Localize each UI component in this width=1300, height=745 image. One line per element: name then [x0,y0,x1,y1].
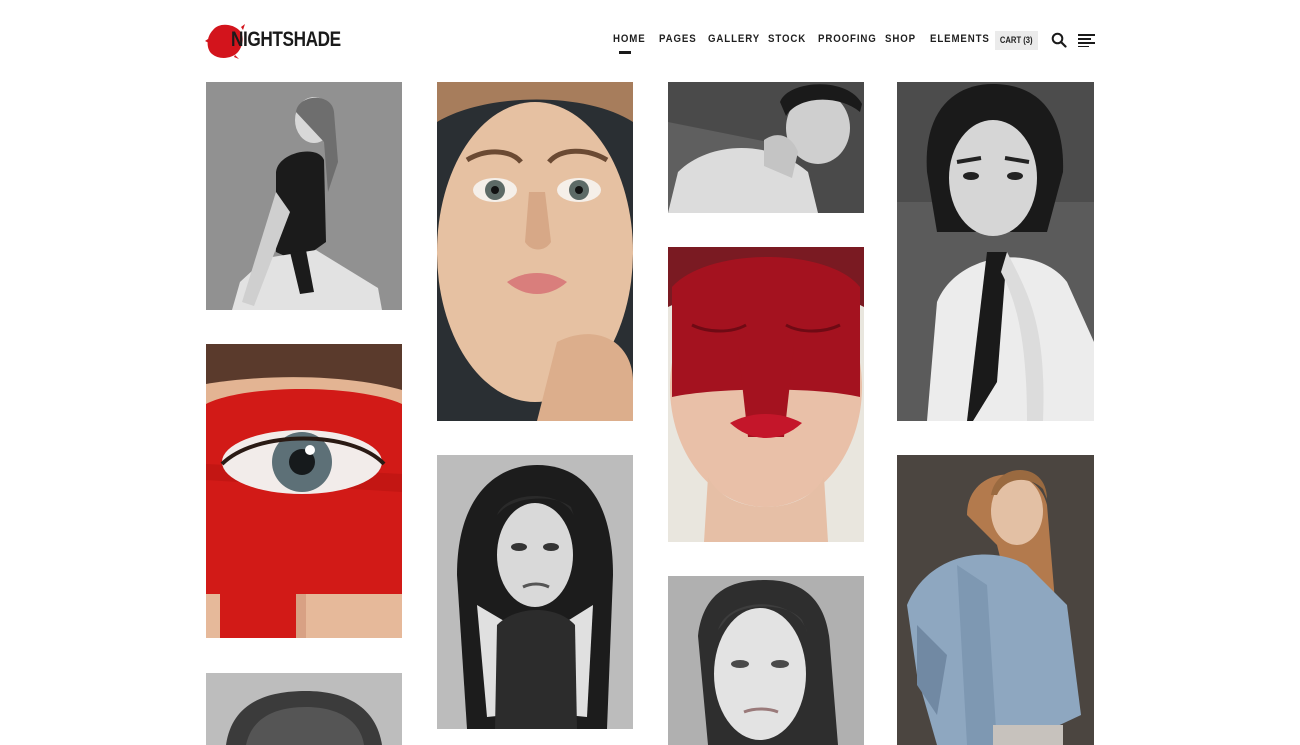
photo-image [437,82,633,421]
gallery-photo-male-shoulder[interactable] [668,82,864,213]
site-header: NIGHTSHADE HOME PAGES GALLERY STOCK PROO… [0,0,1300,80]
gallery-photo-white-shirt[interactable] [897,82,1094,421]
photo-image [206,82,402,310]
photo-image [206,344,402,638]
gallery-photo-slicked-hair[interactable] [668,576,864,745]
gallery-photo-closeup-portrait[interactable] [437,82,633,421]
nav-item-pages[interactable]: PAGES [659,33,697,45]
photo-image [897,455,1094,745]
nav-item-elements[interactable]: ELEMENTS [930,33,990,45]
gallery-photo-short-hair[interactable] [206,673,402,745]
cart-button[interactable]: CART (3) [995,31,1038,50]
gallery-photo-hooded-knit[interactable] [437,455,633,729]
cart-label: CART (3) [1000,35,1033,45]
gallery-photo-painted-eye[interactable] [206,344,402,638]
nav-item-home[interactable]: HOME [613,33,646,45]
hamburger-menu-icon[interactable] [1078,33,1095,47]
photo-image [437,455,633,729]
photo-image [668,247,864,542]
site-logo[interactable]: NIGHTSHADE [205,20,341,62]
photo-image [206,673,402,745]
gallery-photo-seated-model[interactable] [206,82,402,310]
photo-image [668,82,864,213]
gallery-photo-denim-jacket[interactable] [897,455,1094,745]
nav-item-shop[interactable]: SHOP [885,33,916,45]
logo-text: NIGHTSHADE [231,28,341,51]
search-icon[interactable] [1051,32,1067,48]
photo-image [668,576,864,745]
nav-item-gallery[interactable]: GALLERY [708,33,760,45]
active-nav-indicator [619,51,631,54]
nav-item-proofing[interactable]: PROOFING [818,33,877,45]
nav-item-stock[interactable]: STOCK [768,33,806,45]
gallery-photo-red-face-paint[interactable] [668,247,864,542]
photo-image [897,82,1094,421]
